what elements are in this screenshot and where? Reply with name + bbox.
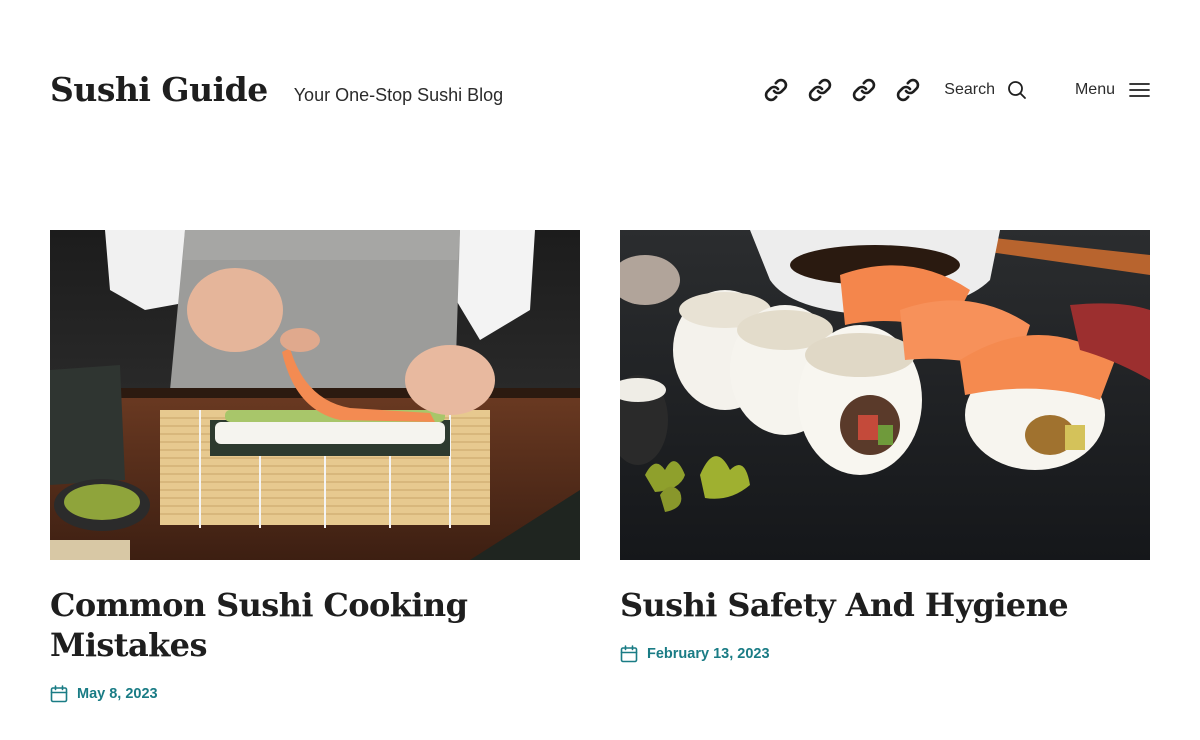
post-grid: Common Sushi Cooking Mistakes May 8, 202…: [50, 230, 1150, 703]
search-icon: [1008, 81, 1026, 99]
menu-toggle[interactable]: Menu: [1075, 81, 1150, 99]
social-link-2[interactable]: [808, 78, 832, 102]
site-tagline: Your One-Stop Sushi Blog: [293, 84, 504, 105]
menu-label: Menu: [1074, 81, 1115, 98]
post-thumbnail-sushi-rolling[interactable]: [50, 230, 580, 560]
calendar-icon: [620, 645, 638, 663]
link-icon: [765, 78, 788, 102]
hamburger-icon: [1129, 83, 1150, 97]
link-icon: [853, 78, 876, 102]
post-title[interactable]: Common Sushi Cooking Mistakes: [50, 585, 580, 665]
post-date[interactable]: May 8, 2023: [77, 686, 158, 702]
social-link-4[interactable]: [896, 78, 920, 102]
post-meta: May 8, 2023: [50, 685, 580, 703]
site-header: Sushi Guide Your One-Stop Sushi Blog Sea…: [50, 60, 1150, 120]
post-date[interactable]: February 13, 2023: [647, 646, 770, 662]
sushi-rolling-image: [50, 230, 580, 560]
post-thumbnail-sushi-rolls[interactable]: [620, 230, 1150, 560]
header-actions: Search Menu: [764, 78, 1150, 102]
link-icon: [809, 78, 832, 102]
sushi-rolls-image: [620, 230, 1150, 560]
calendar-icon: [50, 685, 68, 703]
search-label: Search: [944, 81, 995, 98]
social-link-1[interactable]: [764, 78, 788, 102]
post-title[interactable]: Sushi Safety And Hygiene: [620, 585, 1150, 625]
post-meta: February 13, 2023: [620, 645, 1150, 663]
post-card: Sushi Safety And Hygiene February 13, 20…: [620, 230, 1150, 703]
site-title[interactable]: Sushi Guide: [50, 73, 268, 106]
post-card: Common Sushi Cooking Mistakes May 8, 202…: [50, 230, 580, 703]
social-links: [764, 78, 920, 102]
search-toggle[interactable]: Search: [944, 80, 1027, 100]
social-link-3[interactable]: [852, 78, 876, 102]
link-icon: [897, 78, 920, 102]
